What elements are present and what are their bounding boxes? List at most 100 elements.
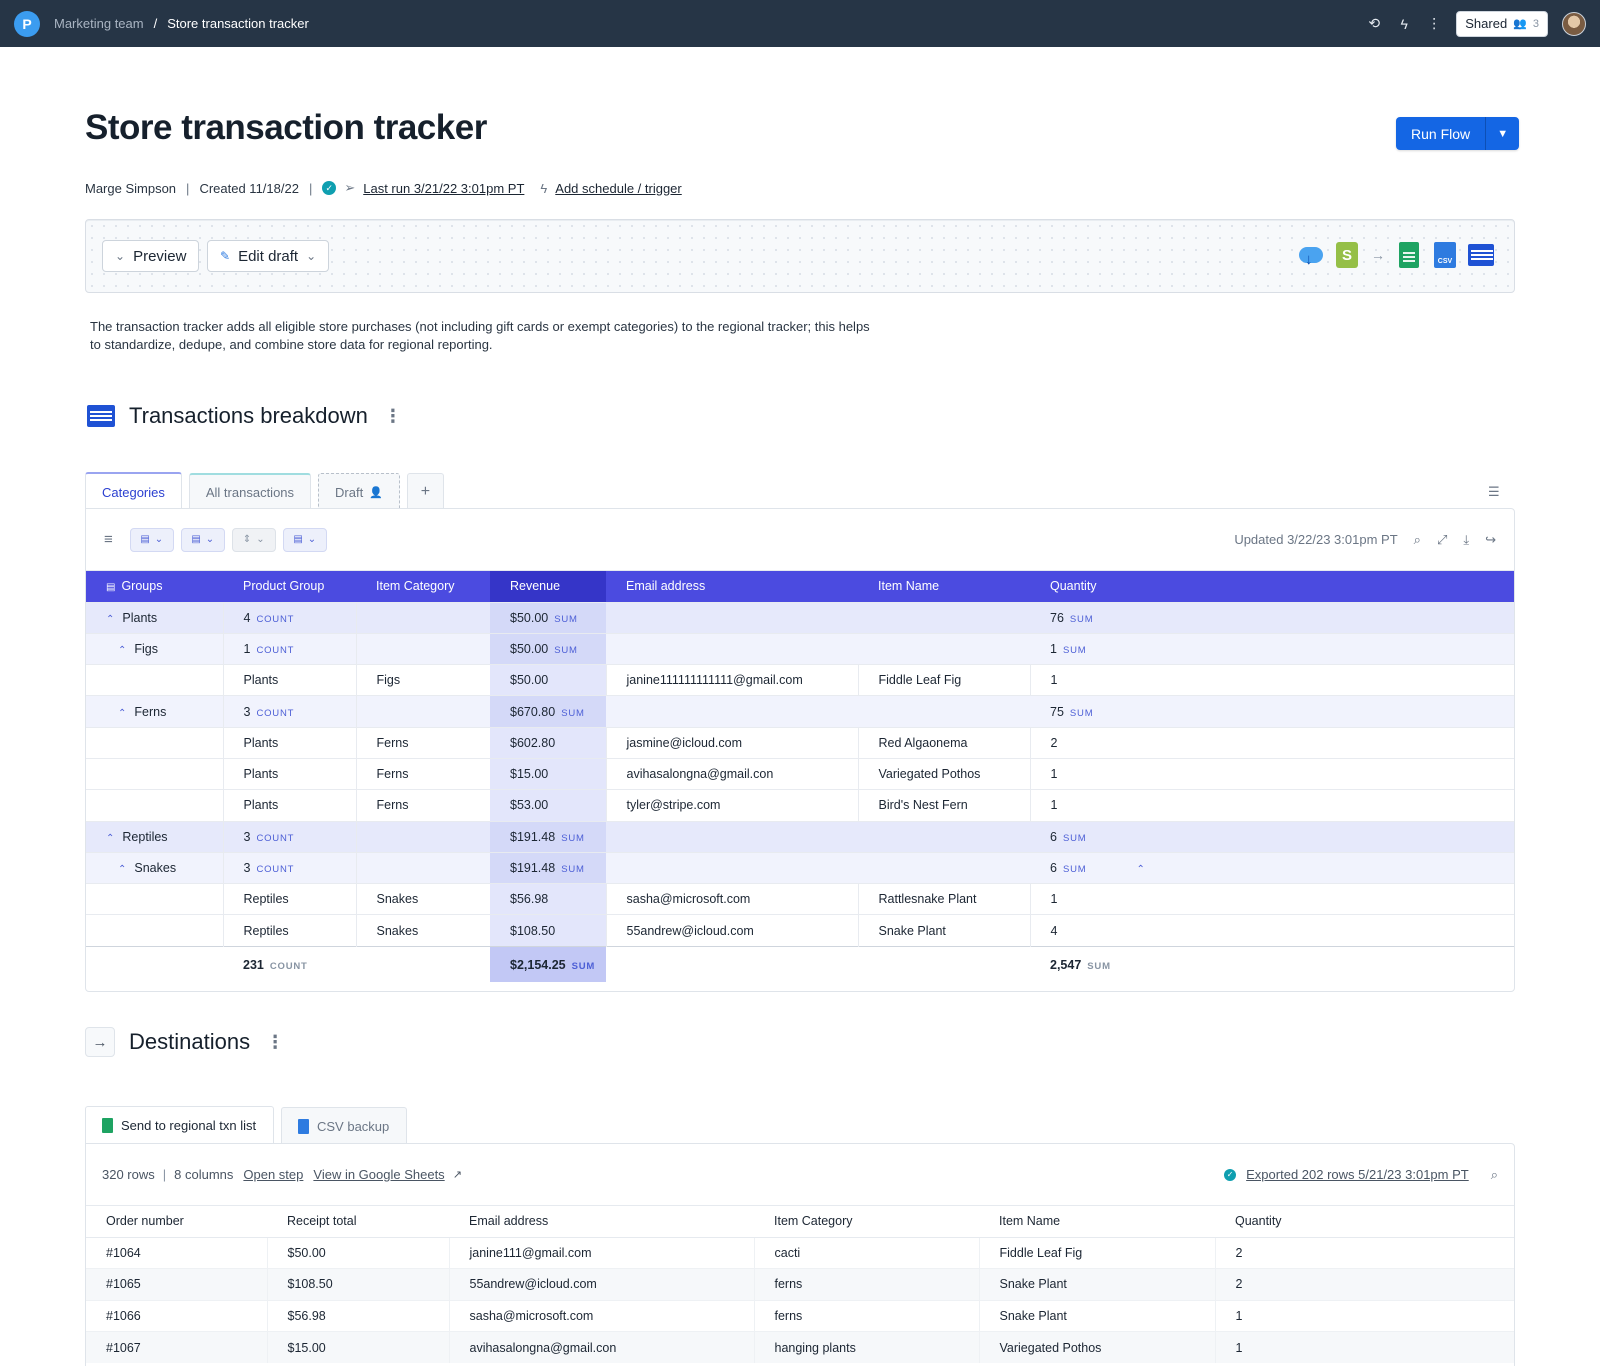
cell-value: 6	[1050, 861, 1057, 876]
quantity-cell: 6 SUM	[1030, 820, 1514, 853]
external-link-icon[interactable]: ↗	[453, 1168, 462, 1181]
column-header[interactable]: Product Group	[223, 571, 356, 602]
column-header[interactable]: Revenue	[490, 571, 606, 602]
table-row[interactable]: Reptiles Snakes $108.50 55andrew@icloud.com…	[86, 914, 1514, 947]
column-header[interactable]: Quantity	[1030, 571, 1514, 602]
more-vertical-icon[interactable]: ⋮	[1426, 15, 1442, 32]
table-row[interactable]: #1064 $50.00 janine111@gmail.com cacti Fiddl…	[86, 1236, 1514, 1269]
table-row[interactable]: #1065 $108.50 55andrew@icloud.com ferns Snak…	[86, 1268, 1514, 1300]
cloud-download-icon[interactable]	[1298, 240, 1324, 270]
product-group-cell: Plants	[222, 726, 356, 759]
expand-icon[interactable]: ⤢	[1437, 532, 1447, 548]
shopify-icon[interactable]: S	[1334, 240, 1360, 270]
group-filter-pill[interactable]: ▤ ⌄	[180, 527, 225, 552]
shared-button[interactable]: Shared 👥 3	[1456, 10, 1548, 37]
tab-csv-backup[interactable]: CSV backup	[281, 1107, 407, 1144]
export-status-link[interactable]: Exported 202 rows 5/21/23 3:01pm PT	[1246, 1167, 1469, 1182]
chevron-up-icon[interactable]: ⌃	[118, 708, 126, 719]
top-bar: P Marketing team / Store transaction tra…	[0, 0, 1600, 47]
add-schedule-link[interactable]: Add schedule / trigger	[555, 181, 681, 196]
table-row[interactable]: Plants Ferns $53.00 tyler@stripe.com Bird's …	[86, 789, 1514, 822]
table-row[interactable]: Plants Figs $50.00 janine111111111111@gmail…	[86, 664, 1514, 696]
search-icon[interactable]: ⌕	[1414, 532, 1421, 548]
group-cell	[86, 883, 223, 915]
sum-tag: SUM	[554, 613, 578, 625]
column-header[interactable]: Item Name	[858, 571, 1030, 602]
cell-value: $53.00	[510, 798, 549, 813]
column-header[interactable]: Receipt total	[267, 1206, 449, 1238]
table-row[interactable]: #1067 $15.00 avihasalongna@gmail.con hangin…	[86, 1331, 1514, 1363]
tab-draft[interactable]: Draft 👤	[318, 473, 400, 510]
item-name-cell	[858, 851, 1030, 884]
table-cell: ferns	[753, 1299, 979, 1332]
total-revenue-cell: $2,154.25 SUM	[490, 945, 606, 983]
sort-pill[interactable]: ⇕ ⌄	[231, 527, 276, 552]
open-step-link[interactable]: Open step	[243, 1167, 303, 1182]
column-header[interactable]: ▤ Groups	[86, 571, 223, 602]
chevron-up-icon[interactable]: ⌃	[106, 833, 114, 844]
group-cell: ⌃ Reptiles	[86, 820, 223, 853]
list-icon[interactable]: ☰	[1488, 484, 1500, 500]
column-header[interactable]: Quantity	[1215, 1206, 1514, 1238]
group-filter-pill[interactable]: ▤ ⌄	[282, 527, 327, 552]
preview-button[interactable]: ⌄ Preview	[102, 240, 200, 272]
column-header[interactable]: Email address	[606, 571, 858, 602]
group-row[interactable]: ⌃ Figs 1 COUNT $50.00 SUM 1 SUM	[86, 632, 1514, 665]
history-icon[interactable]: ⟲	[1366, 15, 1382, 32]
group-filter-pill[interactable]: ▤ ⌄	[129, 527, 174, 552]
breakdown-tabs: Categories All transactions Draft 👤 +	[85, 472, 444, 510]
item-category-cell: Ferns	[355, 789, 490, 822]
flow-steps: S → CSV	[1298, 240, 1494, 270]
chevron-up-icon[interactable]: ⌃	[1136, 864, 1144, 875]
run-flow-button[interactable]: Run Flow	[1396, 117, 1487, 150]
last-run-link[interactable]: Last run 3/21/22 3:01pm PT	[363, 181, 524, 196]
item-name-cell	[858, 601, 1030, 634]
csv-file-icon[interactable]: CSV	[1432, 240, 1458, 270]
more-vertical-icon[interactable]: ⋮	[266, 1032, 284, 1053]
google-sheets-icon[interactable]	[1396, 240, 1422, 270]
column-header[interactable]: Order number	[86, 1206, 267, 1238]
column-header[interactable]: Item Category	[754, 1206, 979, 1238]
share-icon[interactable]: ↪	[1485, 532, 1496, 548]
item-name-cell: Fiddle Leaf Fig	[857, 664, 1030, 696]
column-header[interactable]: Item Name	[979, 1206, 1215, 1238]
tab-send-regional[interactable]: Send to regional txn list	[85, 1106, 274, 1144]
cell-value: $670.80	[510, 704, 556, 719]
chevron-up-icon[interactable]: ⌃	[106, 614, 114, 625]
table-row[interactable]: #1066 $56.98 sasha@microsoft.com ferns Snake…	[86, 1299, 1514, 1332]
avatar[interactable]	[1562, 11, 1586, 36]
table-icon[interactable]	[1468, 240, 1494, 270]
column-header[interactable]: Item Category	[356, 571, 490, 602]
download-icon[interactable]: ⤓	[1463, 532, 1469, 548]
edit-draft-button[interactable]: ✎ Edit draft ⌄	[207, 240, 330, 272]
table-cell: $56.98	[266, 1299, 449, 1332]
chevron-up-icon[interactable]: ⌃	[118, 864, 126, 875]
tab-all-transactions[interactable]: All transactions	[188, 473, 312, 510]
quantity-cell: 6 SUM ⌃	[1030, 851, 1514, 884]
bolt-icon[interactable]: ϟ	[1396, 16, 1412, 32]
group-row[interactable]: ⌃ Plants 4 COUNT $50.00 SUM 76 SUM	[86, 601, 1514, 634]
menu-icon[interactable]: ≡	[104, 531, 113, 548]
app-logo[interactable]: P	[14, 10, 40, 37]
group-name: Ferns	[134, 704, 167, 719]
view-sheets-link[interactable]: View in Google Sheets	[313, 1167, 444, 1182]
search-icon[interactable]: ⌕	[1491, 1167, 1498, 1183]
created-date: Created 11/18/22	[199, 180, 299, 196]
quantity-cell: 4	[1029, 914, 1514, 947]
add-tab-button[interactable]: +	[406, 473, 444, 510]
preview-label: Preview	[133, 247, 187, 265]
group-row[interactable]: ⌃ Reptiles 3 COUNT $191.48 SUM 6 SUM	[86, 820, 1514, 853]
chevron-up-icon[interactable]: ⌃	[118, 645, 126, 656]
more-vertical-icon[interactable]: ⋮	[384, 406, 402, 427]
chevron-down-icon[interactable]: ▼	[1486, 117, 1520, 150]
column-header[interactable]: Email address	[449, 1206, 754, 1238]
tab-categories[interactable]: Categories	[85, 472, 182, 510]
cell-value: 2,547	[1050, 957, 1082, 972]
cell-value: Plants	[243, 767, 279, 782]
table-row[interactable]: Reptiles Snakes $56.98 sasha@microsoft.com R…	[86, 883, 1514, 915]
group-row[interactable]: ⌃ Snakes 3 COUNT $191.48 SUM 6 SUM ⌃	[86, 851, 1514, 884]
group-row[interactable]: ⌃ Ferns 3 COUNT $670.80 SUM 75 SUM	[86, 695, 1514, 728]
table-row[interactable]: Plants Ferns $602.80 jasmine@icloud.com Red …	[86, 726, 1514, 759]
breadcrumb-parent[interactable]: Marketing team	[54, 16, 144, 31]
table-row[interactable]: Plants Ferns $15.00 avihasalongna@gmail.con…	[86, 757, 1514, 790]
